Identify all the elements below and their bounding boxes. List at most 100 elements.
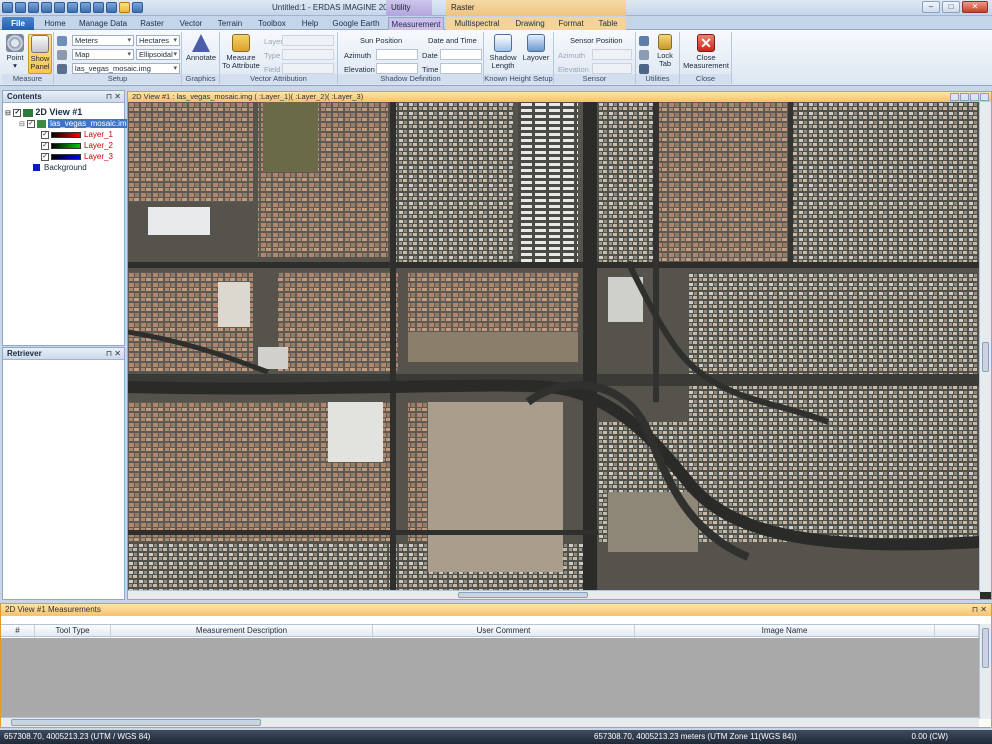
title-bar: Untitled:1 - ERDAS IMAGINE 2012 Utility … (0, 0, 992, 16)
close-icon: ✕ (697, 34, 715, 52)
lock-tab-button[interactable]: Lock Tab (652, 34, 678, 68)
save-icon[interactable] (41, 2, 52, 13)
retriever-header: Retriever ⊓ ✕ (3, 348, 124, 360)
group-close: ✕ Close Measurement Close (680, 32, 732, 84)
close-measurement-button[interactable]: ✕ Close Measurement (682, 34, 730, 70)
tree-image-node[interactable]: ⊟ ✓ las_vegas_mosaic.img (19, 118, 134, 129)
units-select[interactable]: Meters (72, 35, 134, 46)
tab-vector[interactable]: Vector (174, 17, 208, 30)
column-tool-type[interactable]: Tool Type (35, 625, 111, 638)
measure-to-attribute-button[interactable]: Measure To Attribute (222, 34, 260, 70)
viewer-horizontal-scrollbar[interactable] (128, 590, 980, 599)
date-label: Date (422, 51, 438, 60)
tree-layer-1[interactable]: ✓ Layer_1 (41, 129, 113, 140)
viewer-close-button[interactable] (980, 93, 989, 101)
select-icon[interactable] (54, 2, 65, 13)
minimize-button[interactable]: – (922, 1, 940, 13)
group-known-height: Shadow Length Layover Known Height Setup (484, 32, 554, 84)
tab-raster[interactable]: Raster (134, 17, 170, 30)
tab-file[interactable]: File (2, 17, 34, 30)
field-field[interactable] (282, 63, 334, 74)
pan-icon[interactable] (93, 2, 104, 13)
tab-format[interactable]: Format (552, 17, 590, 30)
tab-terrain[interactable]: Terrain (212, 17, 248, 30)
tab-manage-data[interactable]: Manage Data (76, 17, 130, 30)
type-field[interactable] (282, 49, 334, 60)
tab-help[interactable]: Help (296, 17, 324, 30)
measurements-horizontal-scrollbar[interactable] (1, 717, 979, 727)
sensor-elevation-field[interactable] (592, 63, 632, 74)
sun-azimuth-field[interactable] (376, 49, 418, 60)
viewer-restore-button[interactable] (960, 93, 969, 101)
zoom-in-icon[interactable] (67, 2, 78, 13)
annotate-button[interactable]: Annotate (184, 34, 218, 62)
date-field[interactable] (440, 49, 482, 60)
shadow-length-button[interactable]: Shadow Length (486, 34, 520, 70)
tab-google-earth[interactable]: Google Earth (328, 17, 384, 30)
datum-select[interactable]: Ellipsoidal (136, 49, 180, 60)
zoom-out-icon[interactable] (80, 2, 91, 13)
retriever-panel-buttons[interactable]: ⊓ ✕ (106, 348, 121, 360)
time-field[interactable] (440, 63, 482, 74)
layer-field[interactable] (282, 35, 334, 46)
column-user-comment[interactable]: User Comment (373, 625, 635, 638)
context-utility-label: Utility (386, 0, 432, 16)
column-number[interactable]: # (1, 625, 35, 638)
viewer-header: 2D View #1 : las_vegas_mosaic.img ( :Lay… (128, 92, 991, 102)
measurements-table-body[interactable] (1, 638, 979, 718)
tab-table[interactable]: Table (590, 17, 626, 30)
tree-view-node[interactable]: ⊟ ✓ 2D View #1 (5, 107, 82, 118)
tree-background[interactable]: Background (33, 162, 87, 173)
contents-panel-buttons[interactable]: ⊓ ✕ (106, 91, 121, 103)
tab-measurement[interactable]: Measurement (388, 17, 444, 30)
sun-position-label: Sun Position (360, 36, 403, 45)
group-label-close: Close (680, 74, 731, 84)
map-viewer[interactable]: 2D View #1 : las_vegas_mosaic.img ( :Lay… (127, 91, 992, 600)
tree-layer-3[interactable]: ✓ Layer_3 (41, 151, 113, 162)
viewer-title: 2D View #1 : las_vegas_mosaic.img ( :Lay… (132, 92, 364, 101)
new-icon[interactable] (15, 2, 26, 13)
area-units-select[interactable]: Hectares (136, 35, 180, 46)
satellite-image[interactable] (128, 102, 980, 591)
ribbon-tabs: File Home Manage Data Raster Vector Terr… (0, 16, 992, 30)
raster-icon (37, 119, 47, 128)
measurements-vertical-scrollbar[interactable] (979, 624, 991, 719)
image-icon[interactable] (57, 64, 67, 74)
tab-multispectral[interactable]: Multispectral (446, 17, 508, 30)
padlock-icon (658, 34, 672, 50)
app-icon[interactable] (2, 2, 13, 13)
viewer-sync-button[interactable] (950, 93, 959, 101)
fit-icon[interactable] (106, 2, 117, 13)
sun-elevation-field[interactable] (376, 63, 418, 74)
show-panel-button[interactable]: Show Panel (28, 34, 52, 74)
group-setup: Meters Hectares Map Ellipsoidal las_vega… (54, 32, 182, 84)
tab-home[interactable]: Home (38, 17, 72, 30)
group-label-sensor: Sensor (554, 74, 635, 84)
measurements-title: 2D View #1 Measurements (5, 605, 101, 614)
clear-icon[interactable] (639, 50, 649, 60)
measurements-header: 2D View #1 Measurements ⊓ ✕ (1, 604, 991, 616)
maximize-button[interactable]: □ (942, 1, 960, 13)
column-measurement-description[interactable]: Measurement Description (111, 625, 373, 638)
image-select[interactable]: las_vegas_mosaic.img (72, 63, 180, 74)
layover-button[interactable]: Layover (520, 34, 552, 62)
undo-icon[interactable] (132, 2, 143, 13)
export-icon[interactable] (639, 64, 649, 74)
viewer-vertical-scrollbar[interactable] (979, 102, 991, 592)
measurements-panel: 2D View #1 Measurements ⊓ ✕ # Tool Type … (0, 603, 992, 728)
open-icon[interactable] (28, 2, 39, 13)
save-measurement-icon[interactable] (639, 36, 649, 46)
column-image-name[interactable]: Image Name (635, 625, 935, 638)
delete-icon[interactable] (57, 50, 67, 60)
lock-icon[interactable] (57, 36, 67, 46)
sensor-azimuth-field[interactable] (592, 49, 632, 60)
point-button[interactable]: Point ▾ (4, 34, 26, 70)
close-window-button[interactable]: ✕ (962, 1, 988, 13)
measurements-panel-buttons[interactable]: ⊓ ✕ (972, 604, 987, 616)
tree-layer-2[interactable]: ✓ Layer_2 (41, 140, 113, 151)
inquire-icon[interactable] (119, 2, 130, 13)
coordinate-select[interactable]: Map (72, 49, 134, 60)
tab-toolbox[interactable]: Toolbox (252, 17, 292, 30)
tab-drawing[interactable]: Drawing (508, 17, 552, 30)
viewer-max-button[interactable] (970, 93, 979, 101)
